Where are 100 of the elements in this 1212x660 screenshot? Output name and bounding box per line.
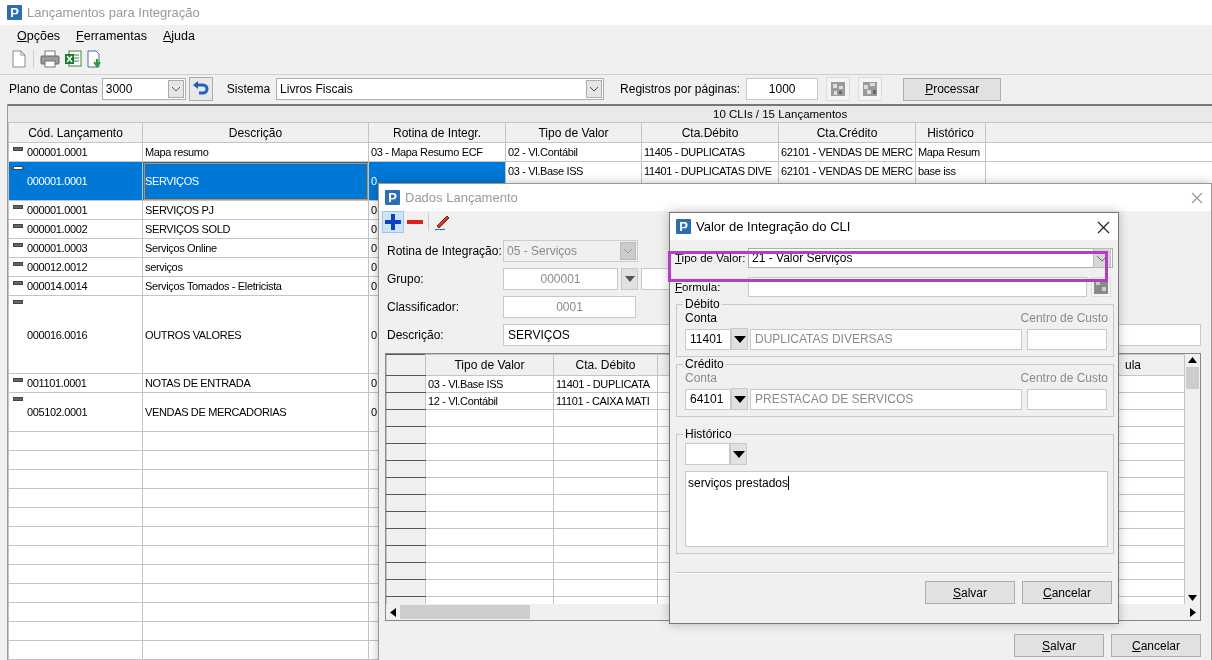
table-cell: 000012.0012: [27, 261, 88, 273]
column-header[interactable]: Tipo de Valor: [505, 122, 642, 143]
table-cell: 03 - Mapa Resumo ECF: [371, 146, 483, 158]
export-icon[interactable]: [86, 50, 104, 69]
dialog-button[interactable]: Cancelar: [1022, 581, 1112, 604]
plus-icon: [384, 213, 402, 231]
table-cell: 000001.0001: [27, 146, 88, 158]
table-row[interactable]: 000001.0001 Mapa resumo 03 - Mapa Resumo ECF 02 - Vl.Contábil 11405 - DUPLICATAS 62101 - VENDAS DE MERC Mapa Resum: [8, 142, 1212, 162]
row-marker-icon: [13, 224, 23, 228]
classificador-field[interactable]: 0001: [503, 296, 636, 318]
printer-icon[interactable]: [40, 50, 60, 69]
pattern-button[interactable]: [826, 77, 851, 102]
table-cell: 0: [371, 377, 377, 389]
centro-de-custo-field[interactable]: [1027, 328, 1107, 350]
column-header[interactable]: Histórico: [915, 122, 986, 143]
table-cell: base iss: [918, 165, 956, 177]
registros-field[interactable]: 1000: [746, 78, 819, 101]
row-marker-icon: [13, 205, 23, 209]
table-cell: 02 - Vl.Contábil: [508, 146, 578, 158]
dropdown-button[interactable]: [731, 328, 748, 350]
pencil-icon[interactable]: [433, 213, 451, 231]
table-cell: 0: [371, 223, 377, 235]
plano-de-contas-label: Plano de Contas: [9, 82, 98, 97]
table-cell: VENDAS DE MERCADORIAS: [145, 406, 287, 418]
column-header[interactable]: Tipo de Valor: [425, 354, 554, 376]
table-cell: 000014.0014: [27, 280, 88, 292]
chevron-down-icon: [620, 242, 636, 260]
conta-field[interactable]: 11401: [685, 328, 731, 350]
dialog-button[interactable]: Salvar: [925, 581, 1015, 604]
close-icon[interactable]: [1097, 221, 1110, 234]
group-legend: Débito: [683, 297, 722, 311]
historico-text: serviços prestados: [688, 476, 789, 490]
row-marker-icon: [13, 281, 23, 285]
menu-item[interactable]: Opções: [17, 29, 61, 44]
table-cell: SERVIÇOS: [145, 175, 199, 187]
centro-de-custo-label: Centro de Custo: [1020, 311, 1108, 326]
centro-de-custo-label: Centro de Custo: [1020, 371, 1108, 386]
refresh-button[interactable]: [188, 77, 213, 102]
scroll-thumb[interactable]: [1186, 367, 1199, 389]
processar-button[interactable]: Processar: [903, 77, 1002, 101]
grupo-field[interactable]: 000001: [503, 268, 618, 290]
sistema-label: Sistema: [226, 82, 271, 97]
dialog-button[interactable]: Salvar: [1014, 634, 1104, 657]
row-marker-icon: [13, 397, 23, 401]
table-cell: 0: [371, 261, 377, 273]
column-header[interactable]: Descrição: [142, 122, 369, 143]
menu-item[interactable]: Ajuda: [162, 29, 195, 44]
undo-arrow-icon: [191, 81, 210, 98]
column-header[interactable]: Cta. Débito: [553, 354, 658, 376]
dialog-button[interactable]: Cancelar: [1111, 634, 1201, 657]
table-cell: serviços: [145, 261, 183, 273]
summary-text: 10 CLIs / 15 Lançamentos: [713, 108, 848, 120]
registros-label: Registros por páginas:: [620, 82, 741, 97]
plano-de-contas-combo[interactable]: 3000: [101, 78, 186, 101]
table-cell: 0: [371, 328, 377, 341]
window-title: Lançamentos para Integração: [27, 5, 200, 21]
triangle-down-icon: [624, 276, 635, 282]
table-cell: Serviços Tomados - Eletricista: [145, 280, 282, 292]
row-marker-icon: [13, 147, 23, 151]
dialog-title: Valor de Integração do CLI: [696, 219, 851, 234]
row-marker-icon: [13, 378, 23, 382]
down-arrow-icon: [1188, 595, 1197, 601]
conta-name-field: DUPLICATAS DIVERSAS: [750, 328, 1022, 350]
table-cell: 03 - Vl.Base ISS: [428, 378, 504, 390]
sistema-combo[interactable]: Livros Fiscais: [276, 78, 605, 101]
menu-item[interactable]: Ferramentas: [76, 29, 147, 44]
vertical-scrollbar[interactable]: [1185, 354, 1200, 604]
formula-label: Formula:: [675, 281, 722, 293]
table-cell: 62101 - VENDAS DE MERC: [781, 165, 913, 177]
scroll-thumb[interactable]: [400, 605, 530, 619]
pattern-button[interactable]: [858, 77, 883, 102]
conta-label: Conta: [685, 371, 718, 386]
row-marker-icon: [13, 243, 23, 247]
centro-de-custo-field[interactable]: [1027, 388, 1107, 410]
table-cell: 0: [371, 175, 377, 187]
column-header[interactable]: Rotina de Integr.: [368, 122, 506, 143]
triangle-down-icon: [733, 335, 746, 343]
add-button[interactable]: [382, 211, 404, 233]
column-header[interactable]: Cta.Débito: [641, 122, 779, 143]
table-cell: 001101.0001: [27, 377, 87, 389]
new-document-icon[interactable]: [11, 50, 27, 69]
grupo-label: Grupo:: [387, 272, 425, 286]
classificador-label: Classificador:: [387, 300, 461, 314]
right-arrow-icon: [1190, 607, 1196, 617]
table-cell: OUTROS VALORES: [145, 328, 242, 341]
column-header[interactable]: Cód. Lançamento: [8, 122, 143, 143]
column-header[interactable]: Cta.Crédito: [778, 122, 916, 143]
column-header[interactable]: ula: [1125, 358, 1141, 372]
group-legend: Crédito: [683, 357, 726, 371]
table-cell: 11401 - DUPLICATAS DIVE: [644, 165, 772, 177]
spreadsheet-icon[interactable]: [64, 50, 82, 69]
dropdown-button[interactable]: [731, 388, 748, 410]
historico-text-area[interactable]: serviços prestados: [685, 471, 1108, 547]
dropdown-button[interactable]: [730, 443, 747, 465]
text-cursor: [788, 476, 790, 490]
historico-combo-field[interactable]: [685, 443, 730, 465]
app-logo: P: [385, 190, 400, 205]
table-cell: 000016.0016: [27, 328, 88, 341]
table-cell: Mapa Resum: [918, 146, 980, 158]
conta-field[interactable]: 64101: [685, 388, 731, 410]
